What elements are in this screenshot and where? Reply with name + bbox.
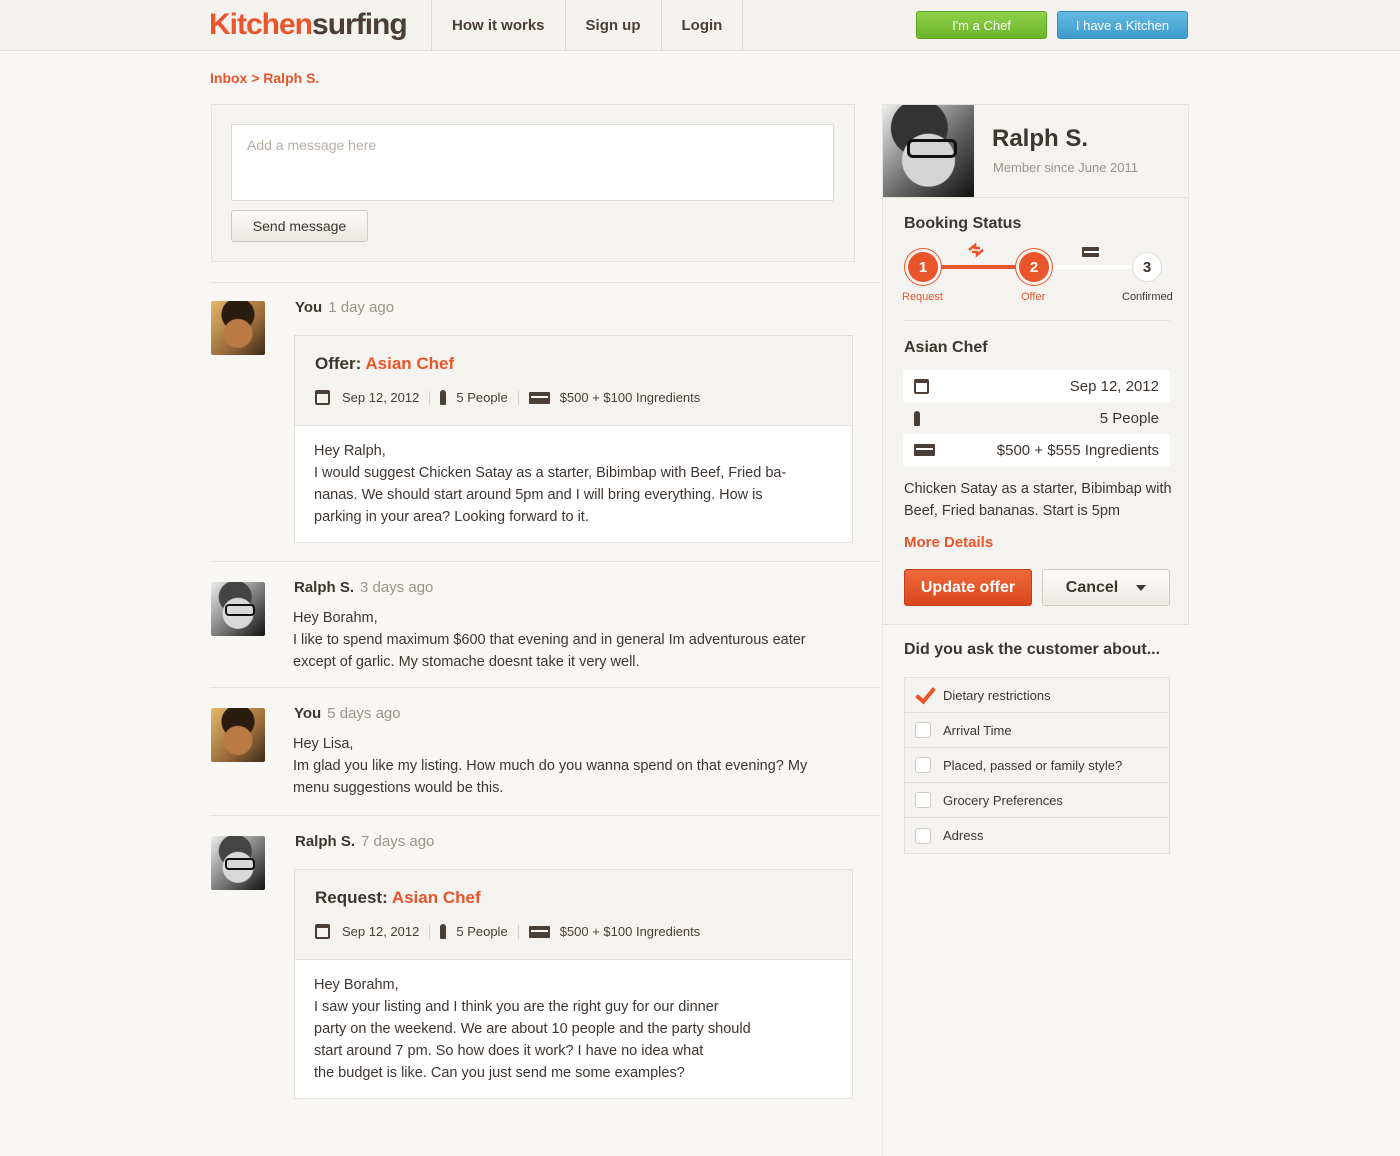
step-request: 1 [908, 252, 938, 282]
nav-login[interactable]: Login [662, 0, 744, 51]
cancel-dropdown-button[interactable]: Cancel [1042, 569, 1170, 606]
divider [210, 561, 880, 562]
detail-people: 5 People [903, 402, 1170, 434]
booking-status-title: Booking Status [904, 215, 1022, 232]
credit-card-icon [1082, 247, 1101, 257]
card-body: Hey Borahm, I saw your listing and I thi… [314, 977, 751, 1081]
avatar [211, 708, 265, 762]
divider [210, 282, 880, 283]
checkbox[interactable] [915, 792, 931, 808]
profile-photo [883, 105, 974, 197]
member-since: Member since June 2011 [993, 160, 1139, 175]
nav-how-it-works[interactable]: How it works [432, 0, 566, 51]
checklist-item[interactable]: Adress [905, 818, 1169, 853]
card-title: Offer: Asian Chef [315, 354, 455, 373]
detail-date: Sep 12, 2012 [903, 370, 1170, 402]
compose-box: Add a message here Send message [211, 104, 855, 262]
divider [903, 320, 1170, 321]
checklist-item[interactable]: Grocery Preferences [905, 783, 1169, 818]
more-details-link[interactable]: More Details [904, 534, 993, 551]
message-input[interactable]: Add a message here [231, 124, 834, 201]
person-icon [440, 924, 447, 939]
checklist-item[interactable]: Placed, passed or family style? [905, 748, 1169, 783]
calendar-icon [315, 390, 330, 405]
im-a-chef-button[interactable]: I'm a Chef [916, 11, 1047, 39]
message-header: Ralph S. 3 days ago [294, 579, 434, 596]
message-text: Hey Borahm, I like to spend maximum $600… [293, 610, 806, 670]
step-label: Request [902, 291, 943, 303]
credit-card-icon [528, 925, 550, 938]
message-header: You 1 day ago [295, 299, 395, 316]
step-confirmed: 3 [1132, 252, 1162, 282]
main-nav: How it works Sign up Login [431, 0, 744, 51]
message-header: Ralph S. 7 days ago [295, 833, 435, 850]
profile-header: Ralph S. Member since June 2011 [883, 105, 1188, 198]
message-header: You 5 days ago [294, 705, 401, 722]
logo[interactable]: Kitchensurfing [209, 8, 408, 42]
credit-card-icon [528, 391, 550, 404]
checklist: Dietary restrictions Arrival Time Placed… [904, 677, 1170, 854]
detail-price: $500 + $555 Ingredients [903, 434, 1170, 466]
checklist-title: Did you ask the customer about... [904, 641, 1161, 658]
person-icon [914, 410, 920, 426]
column-divider [882, 625, 883, 1156]
request-card: Request: Asian Chef Sep 12, 2012 5 Peopl… [294, 869, 853, 1099]
avatar [211, 301, 265, 355]
offer-card: Offer: Asian Chef Sep 12, 2012 5 People … [294, 335, 853, 543]
step-label: Offer [1021, 291, 1046, 303]
avatar [211, 582, 265, 636]
avatar [211, 836, 265, 890]
have-kitchen-button[interactable]: I have a Kitchen [1057, 11, 1188, 39]
calendar-icon [315, 924, 330, 939]
person-icon [440, 390, 447, 405]
card-body: Hey Ralph, I would suggest Chicken Satay… [314, 443, 787, 525]
booking-details: Sep 12, 2012 5 People $500 + $555 Ingred… [903, 370, 1170, 466]
nav-sign-up[interactable]: Sign up [566, 0, 662, 51]
chevron-down-icon [1136, 584, 1147, 591]
step-label: Confirmed [1122, 291, 1173, 303]
checkbox-checked[interactable] [915, 687, 931, 703]
card-meta: Sep 12, 2012 5 People $500 + $100 Ingred… [315, 924, 700, 939]
top-bar: Kitchensurfing How it works Sign up Logi… [0, 0, 1400, 51]
service-title: Asian Chef [904, 339, 988, 356]
checkbox[interactable] [915, 722, 931, 738]
message-text: Hey Lisa, Im glad you like my listing. H… [293, 736, 808, 796]
checkbox[interactable] [915, 827, 931, 844]
card-meta: Sep 12, 2012 5 People $500 + $100 Ingred… [315, 390, 700, 405]
card-title: Request: Asian Chef [315, 888, 481, 907]
progress-line [933, 265, 1033, 269]
breadcrumb[interactable]: Inbox > Ralph S. [210, 70, 319, 86]
checkbox[interactable] [915, 757, 931, 773]
exchange-icon [968, 242, 984, 258]
profile-name: Ralph S. [992, 125, 1089, 152]
calendar-icon [914, 378, 929, 394]
checklist-item[interactable]: Dietary restrictions [905, 678, 1169, 713]
divider [210, 815, 880, 816]
update-offer-button[interactable]: Update offer [904, 569, 1032, 606]
divider [210, 687, 880, 688]
send-message-button[interactable]: Send message [231, 210, 368, 242]
booking-sidebar: Ralph S. Member since June 2011 Booking … [882, 104, 1189, 625]
checklist-item[interactable]: Arrival Time [905, 713, 1169, 748]
credit-card-icon [914, 444, 935, 456]
booking-description: Chicken Satay as a starter, Bibimbap wit… [904, 481, 1172, 519]
step-offer: 2 [1019, 252, 1049, 282]
